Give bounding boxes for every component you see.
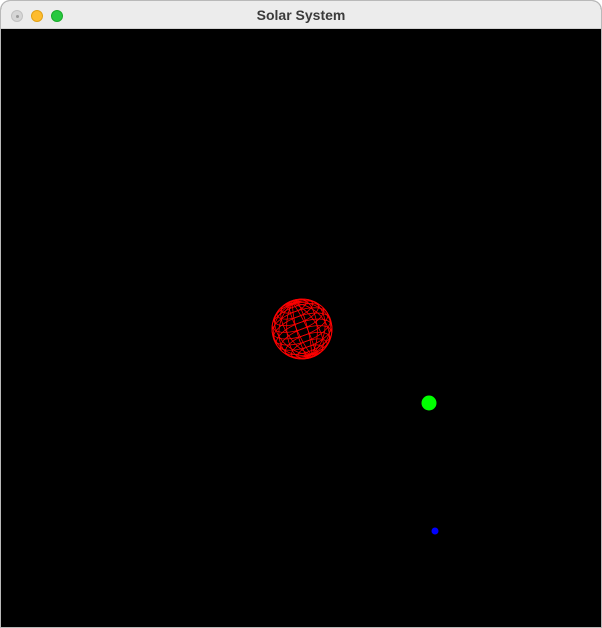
title-bar[interactable]: Solar System bbox=[1, 1, 601, 29]
green-planet bbox=[421, 395, 437, 411]
app-window: Solar System bbox=[0, 0, 602, 628]
scene-background bbox=[1, 29, 601, 627]
scene-svg bbox=[1, 29, 601, 627]
blue-moon bbox=[431, 527, 439, 535]
window-title: Solar System bbox=[256, 7, 346, 23]
render-canvas[interactable] bbox=[1, 29, 601, 627]
